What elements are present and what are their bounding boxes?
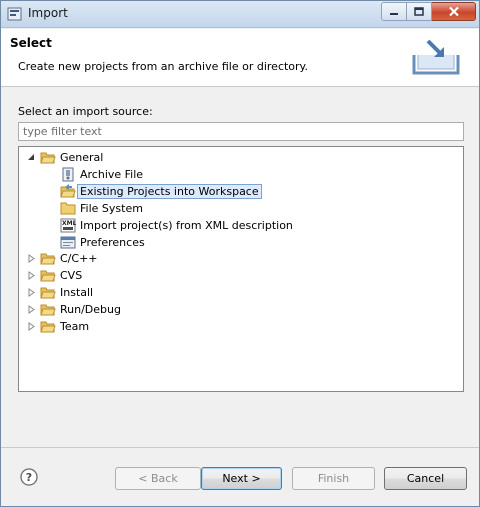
tree-node-install[interactable]: Install — [27, 284, 93, 301]
tree-label: Import project(s) from XML description — [80, 219, 293, 232]
window-title: Import — [28, 6, 68, 20]
collapsed-arrow-icon[interactable] — [27, 288, 36, 297]
tree-node-general[interactable]: General — [27, 149, 103, 166]
xml-icon: XML — [60, 218, 76, 233]
next-button[interactable]: Next > — [201, 467, 282, 490]
folder-icon — [60, 202, 76, 215]
tree-node-import-xml[interactable]: XML Import project(s) from XML descripti… — [60, 217, 293, 234]
tree-label: Preferences — [80, 236, 145, 249]
folder-open-icon — [40, 152, 56, 164]
maximize-button[interactable] — [407, 2, 432, 21]
tree-label: Install — [60, 286, 94, 299]
folder-open-icon — [40, 270, 56, 282]
tree-node-preferences[interactable]: Preferences — [60, 234, 145, 251]
minimize-button[interactable] — [381, 2, 407, 21]
wizard-header: Select Create new projects from an archi… — [1, 29, 479, 87]
preferences-icon — [60, 236, 76, 249]
tree-node-team[interactable]: Team — [27, 318, 89, 335]
filter-input[interactable] — [18, 122, 464, 141]
close-button[interactable] — [432, 2, 476, 21]
footer-separator — [1, 447, 479, 448]
tree-node-archive-file[interactable]: Archive File — [60, 166, 143, 183]
tree-label: C/C++ — [60, 252, 98, 265]
existing-projects-icon — [60, 184, 76, 198]
import-wizard-icon — [412, 39, 460, 75]
title-bar[interactable]: Import — [1, 1, 479, 28]
svg-text:XML: XML — [62, 220, 76, 227]
import-source-label: Select an import source: — [18, 105, 153, 118]
collapsed-arrow-icon[interactable] — [27, 271, 36, 280]
eclipse-app-icon — [7, 7, 22, 21]
page-title: Select — [10, 36, 52, 50]
folder-open-icon — [40, 304, 56, 316]
import-source-tree[interactable]: General Archive File Existing Projects i… — [18, 146, 464, 392]
tree-node-run-debug[interactable]: Run/Debug — [27, 301, 121, 318]
window-controls — [381, 2, 476, 21]
import-dialog: Import Select Create new projects from a… — [0, 0, 480, 507]
folder-open-icon — [40, 253, 56, 265]
minimize-icon — [390, 12, 398, 15]
close-icon — [448, 6, 459, 17]
collapsed-arrow-icon[interactable] — [27, 254, 36, 263]
tree-node-cpp[interactable]: C/C++ — [27, 250, 98, 267]
tree-label: Run/Debug — [60, 303, 121, 316]
svg-text:?: ? — [26, 471, 32, 484]
tree-node-existing-projects[interactable]: Existing Projects into Workspace — [60, 183, 262, 200]
tree-label: General — [60, 151, 104, 164]
expanded-arrow-icon[interactable] — [27, 153, 36, 162]
page-description: Create new projects from an archive file… — [18, 60, 308, 73]
tree-label: File System — [80, 202, 143, 215]
archive-file-icon — [62, 167, 74, 182]
folder-open-icon — [40, 287, 56, 299]
cancel-button[interactable]: Cancel — [384, 467, 467, 490]
tree-label: Existing Projects into Workspace — [77, 184, 262, 199]
finish-button[interactable]: Finish — [292, 467, 375, 490]
tree-label: Archive File — [80, 168, 144, 181]
back-button[interactable]: < Back — [115, 467, 201, 490]
tree-label: CVS — [60, 269, 83, 282]
tree-label: Team — [60, 320, 90, 333]
folder-open-icon — [40, 321, 56, 333]
collapsed-arrow-icon[interactable] — [27, 305, 36, 314]
help-icon[interactable]: ? — [20, 468, 38, 486]
maximize-icon — [414, 7, 424, 16]
tree-node-file-system[interactable]: File System — [60, 200, 143, 217]
tree-node-cvs[interactable]: CVS — [27, 267, 82, 284]
collapsed-arrow-icon[interactable] — [27, 322, 36, 331]
